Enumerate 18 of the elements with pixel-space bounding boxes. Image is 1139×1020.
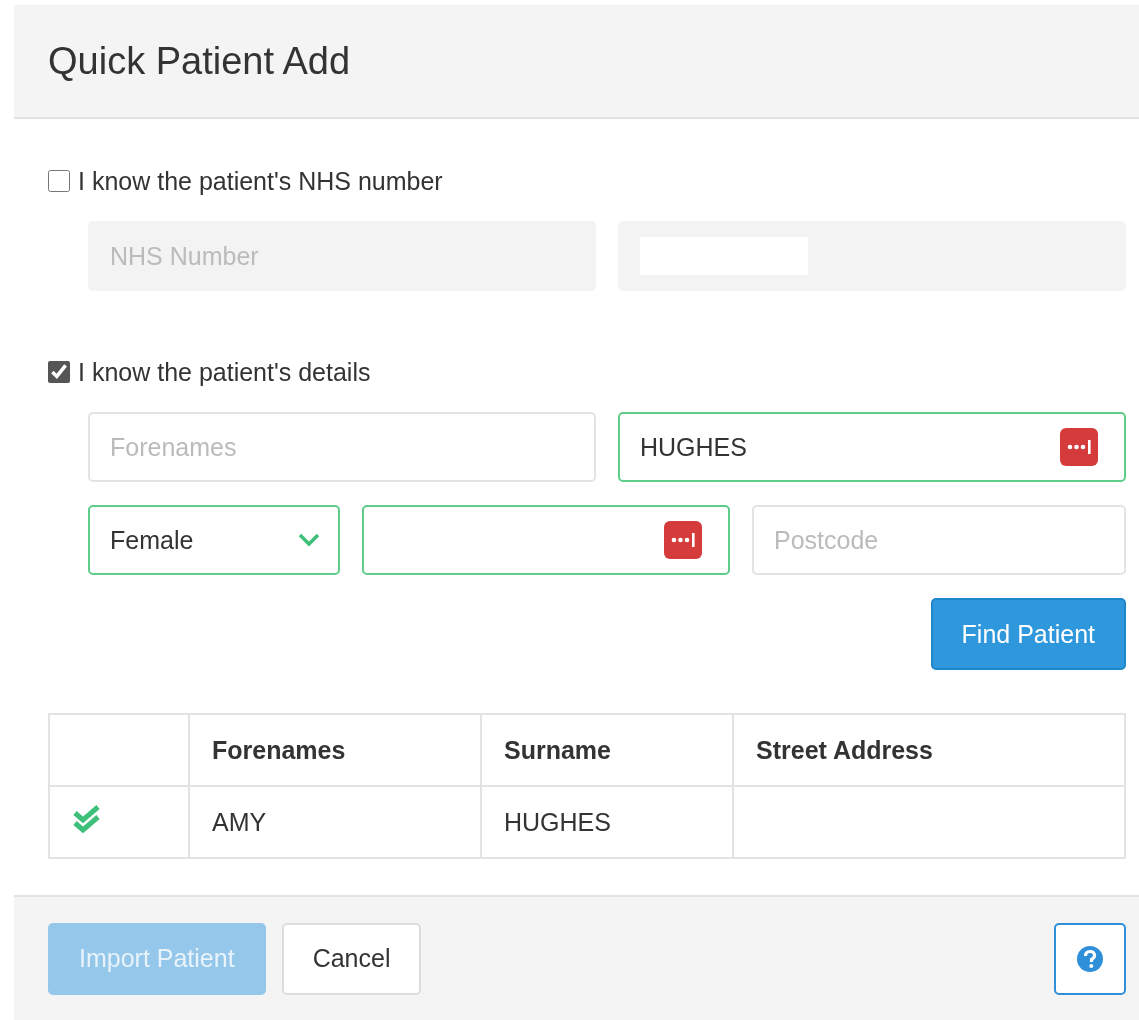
checkbox-label[interactable]: I know the patient's details [78,357,371,387]
column-header: Surname [481,714,733,786]
chevron-down-icon [298,533,320,547]
column-header: Forenames [189,714,481,786]
question-icon [1076,944,1104,973]
checkbox[interactable] [48,361,70,383]
table-cell: AMY [189,786,481,858]
column-header: Street Address [733,714,1125,786]
select-field[interactable]: Female [88,505,340,575]
checkbox[interactable] [48,170,70,192]
cancel-button[interactable]: Cancel [281,922,422,995]
checkbox-label[interactable]: I know the patient's NHS number [78,166,443,196]
input-field[interactable] [362,505,730,575]
input-field[interactable]: HUGHES [618,412,1126,482]
help-button[interactable] [1054,922,1126,995]
input-field: NHS Number [88,221,596,291]
table-cell: HUGHES [481,786,733,858]
dialog-title: Quick Patient Add [48,39,351,83]
